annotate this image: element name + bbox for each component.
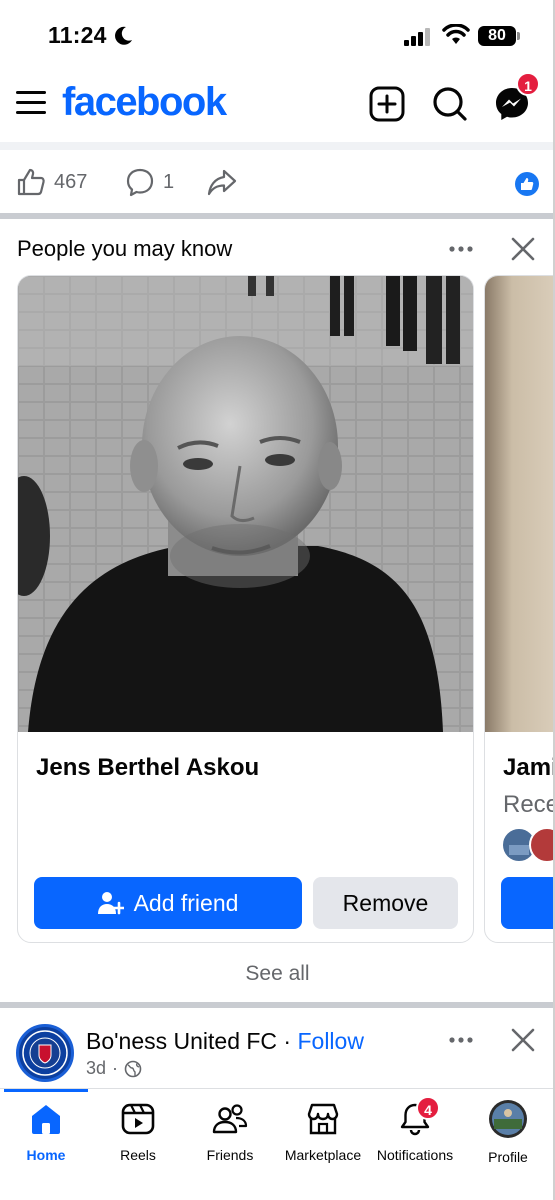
nav-profile[interactable]: Profile [458, 1100, 555, 1165]
bottom-nav: Home Reels Friends Marketplace Notificat… [0, 1088, 555, 1200]
post-age[interactable]: 3d [86, 1058, 106, 1079]
nav-home[interactable]: Home [0, 1101, 96, 1163]
status-time: 11:24 [48, 22, 107, 48]
home-icon [32, 1105, 60, 1134]
nav-marketplace[interactable]: Marketplace [273, 1101, 373, 1163]
nav-notifications-label: Notifications [376, 1147, 454, 1163]
add-friend-button[interactable]: Add friend [34, 877, 302, 929]
like-button[interactable]: 467 [16, 167, 87, 197]
more-options-icon[interactable] [447, 237, 475, 261]
nav-notifications[interactable]: Notifications [365, 1101, 465, 1163]
nav-reels[interactable]: Reels [88, 1101, 188, 1163]
pymk-title: People you may know [17, 236, 233, 261]
person-name[interactable]: Jens Berthel Askou [36, 754, 259, 782]
reels-icon [121, 1103, 155, 1135]
messenger-badge: 1 [516, 72, 540, 96]
follow-button[interactable]: Follow [297, 1028, 363, 1054]
person-name-next[interactable]: Jami [503, 754, 555, 782]
profile-avatar [489, 1100, 527, 1138]
friends-icon [212, 1104, 248, 1134]
notifications-badge: 4 [416, 1096, 440, 1120]
battery-tip [517, 32, 520, 40]
nav-friends[interactable]: Friends [180, 1101, 280, 1163]
post-more-options-icon[interactable] [447, 1028, 475, 1052]
share-icon [207, 169, 237, 196]
do-not-disturb-moon-icon [115, 26, 132, 45]
globe-icon [124, 1060, 142, 1077]
nav-marketplace-label: Marketplace [284, 1147, 362, 1163]
status-bar: 11:24 80 [0, 0, 555, 70]
see-all-link[interactable]: See all [0, 962, 555, 986]
page-name[interactable]: Bo'ness United FC [86, 1028, 277, 1054]
post-close-icon[interactable] [510, 1027, 536, 1053]
nav-home-label: Home [26, 1147, 66, 1163]
app-header: facebook [0, 70, 555, 140]
profile-photo[interactable] [18, 276, 473, 732]
search-icon[interactable] [430, 84, 470, 124]
profile-photo-image [18, 276, 473, 732]
wifi-icon [442, 24, 470, 44]
add-person-icon [97, 892, 124, 915]
meta-separator: · [112, 1058, 119, 1078]
like-reaction-icon [515, 172, 539, 196]
add-friend-button-next[interactable] [501, 877, 555, 929]
comment-icon [126, 168, 154, 197]
comment-button[interactable]: 1 [125, 167, 174, 197]
post-meta: 3d · [86, 1058, 142, 1079]
feed-top-divider [0, 142, 555, 150]
battery-indicator: 80 [478, 26, 516, 46]
active-tab-indicator [4, 1089, 88, 1092]
pymk-card[interactable]: Jens Berthel Askou Add friend Remove [17, 275, 474, 943]
section-separator [0, 213, 555, 219]
cellular-signal-icon [404, 28, 430, 46]
like-count: 467 [54, 170, 88, 193]
page-avatar[interactable] [16, 1024, 74, 1082]
name-separator: · [283, 1028, 292, 1054]
create-post-icon[interactable] [367, 84, 407, 124]
mutual-friends-avatars [501, 827, 555, 863]
nav-reels-label: Reels [120, 1147, 156, 1163]
nav-friends-label: Friends [206, 1147, 254, 1163]
comment-count: 1 [163, 170, 175, 193]
facebook-logo[interactable]: facebook [62, 80, 227, 125]
thumbs-up-icon [17, 168, 45, 196]
profile-photo-next[interactable] [485, 276, 555, 732]
menu-icon[interactable] [16, 88, 46, 116]
club-crest-icon [22, 1030, 68, 1076]
post-actions-row: 467 1 [0, 155, 555, 211]
add-friend-label: Add friend [133, 889, 239, 916]
section-separator-2 [0, 1002, 555, 1008]
remove-button[interactable]: Remove [313, 877, 458, 929]
nav-profile-label: Profile [488, 1149, 528, 1165]
pymk-card-next[interactable]: Jami Rece [484, 275, 555, 943]
marketplace-icon [307, 1103, 339, 1135]
share-button[interactable] [206, 167, 238, 197]
page-name-line: Bo'ness United FC · Follow [86, 1028, 364, 1055]
close-icon[interactable] [510, 236, 536, 262]
remove-label: Remove [342, 889, 429, 916]
person-subtitle-next: Rece [503, 791, 555, 818]
